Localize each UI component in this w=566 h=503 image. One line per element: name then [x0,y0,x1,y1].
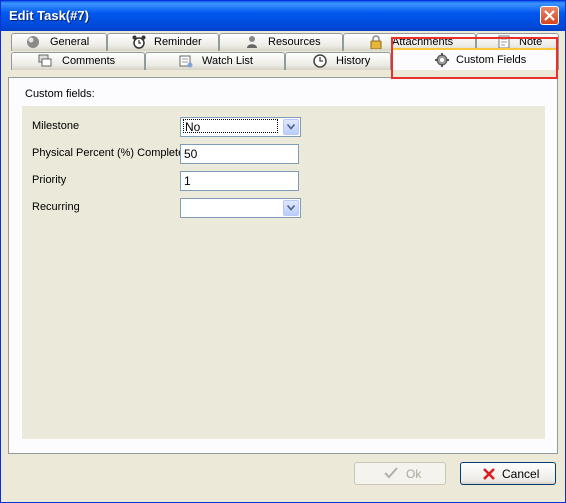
ok-button-label: Ok [406,467,422,481]
tab-resources[interactable]: Resources [219,33,343,51]
general-icon [27,36,39,48]
title-bar[interactable]: Edit Task(#7) [1,1,565,31]
custom-fields-area: Milestone No Physical Percent (%) Comple… [22,106,545,439]
ok-button[interactable]: Ok [354,462,446,485]
close-button[interactable] [540,6,559,25]
recurring-select[interactable] [180,198,301,218]
tab-history[interactable]: History [285,52,391,70]
milestone-dropdown-button[interactable] [283,119,299,135]
tab-general-label: General [50,36,90,48]
cancel-button[interactable]: Cancel [460,462,556,485]
tab-general[interactable]: General [11,33,107,51]
dialog-title: Edit Task(#7) [9,8,89,23]
tab-comments[interactable]: Comments [11,52,145,70]
users-icon [247,36,257,48]
checkmark-icon [384,467,398,479]
close-icon [544,10,555,21]
tab-reminder-label: Reminder [154,36,202,48]
chevron-down-icon [287,205,295,211]
tab-watch-list-label: Watch List [202,55,253,67]
priority-input[interactable]: 1 [180,171,299,191]
history-icon [313,54,327,68]
cancel-button-label: Cancel [502,467,540,481]
physical-percent-label: Physical Percent (%) Complete [32,147,185,159]
tab-resources-label: Resources [268,36,321,48]
tab-reminder[interactable]: Reminder [107,33,219,51]
custom-fields-highlight [391,37,558,79]
tab-history-label: History [336,55,371,67]
watch-list-icon [179,55,193,68]
tab-watch-list[interactable]: Watch List [145,52,285,70]
milestone-select[interactable]: No [180,117,301,137]
alarm-clock-icon [132,35,146,49]
chevron-down-icon [287,124,295,130]
custom-fields-heading: Custom fields: [25,88,95,100]
milestone-label: Milestone [32,120,80,132]
comments-icon [38,54,52,67]
edit-task-dialog: Edit Task(#7) General Reminder Resources… [0,0,566,503]
milestone-value: No [183,119,278,134]
recurring-dropdown-button[interactable] [283,200,299,216]
tab-comments-label: Comments [62,55,116,67]
lock-icon [370,35,382,49]
physical-percent-input[interactable]: 50 [180,144,299,164]
cancel-x-icon [483,468,495,480]
recurring-value [183,200,278,214]
priority-label: Priority [32,174,67,186]
custom-fields-panel: Custom fields: Milestone No Physical Per… [8,77,558,454]
recurring-label: Recurring [32,201,80,213]
